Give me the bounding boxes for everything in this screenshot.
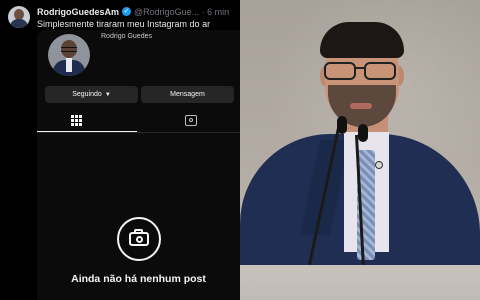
tweet-display-name[interactable]: RodrigoGuedesAm xyxy=(37,7,119,17)
camera-body-shape xyxy=(129,232,149,246)
mouth xyxy=(350,103,372,109)
chevron-down-icon: ▼ xyxy=(104,92,111,98)
tweet-handle-time: @RodrigoGue... · 6 min xyxy=(134,7,230,17)
avatar-suit-shape xyxy=(10,19,28,28)
tagged-person-icon[interactable] xyxy=(185,115,197,126)
glasses-right-lens xyxy=(364,62,396,80)
instagram-profile-screenshot: Rodrigo Guedes Seguindo ▼ Mensagem Ainda … xyxy=(37,30,240,300)
tab-divider xyxy=(37,132,240,133)
message-button[interactable]: Mensagem xyxy=(141,86,234,103)
avatar-glasses-shape xyxy=(61,47,77,52)
microphone-icon xyxy=(337,116,347,134)
speaker-photo xyxy=(240,0,480,300)
camera-lens-shape xyxy=(136,236,143,243)
following-button[interactable]: Seguindo ▼ xyxy=(45,86,138,103)
message-button-label: Mensagem xyxy=(170,91,205,98)
screenshot-panel: RodrigoGuedesAm ✓ @RodrigoGue... · 6 min… xyxy=(0,0,240,300)
microphone-icon xyxy=(358,124,368,142)
profile-name: Rodrigo Guedes xyxy=(101,33,152,40)
profile-avatar[interactable] xyxy=(48,34,90,76)
tweet-text: Simplesmente tiraram meu Instagram do ar xyxy=(37,19,211,29)
podium xyxy=(240,265,480,300)
verified-badge-icon: ✓ xyxy=(122,7,131,16)
active-tab-indicator xyxy=(37,131,137,132)
empty-state-text: Ainda não há nenhum post xyxy=(71,273,206,285)
glasses-left-lens xyxy=(324,62,356,80)
avatar-shirt-shape xyxy=(66,58,72,72)
grid-icon[interactable] xyxy=(71,115,83,127)
glasses-bridge xyxy=(355,67,365,69)
tagged-head-shape xyxy=(189,118,193,122)
lapel-pin xyxy=(375,161,383,169)
hair xyxy=(320,22,404,58)
camera-icon xyxy=(117,217,161,261)
following-button-label: Seguindo xyxy=(72,91,102,98)
tweet-avatar[interactable] xyxy=(8,6,30,28)
